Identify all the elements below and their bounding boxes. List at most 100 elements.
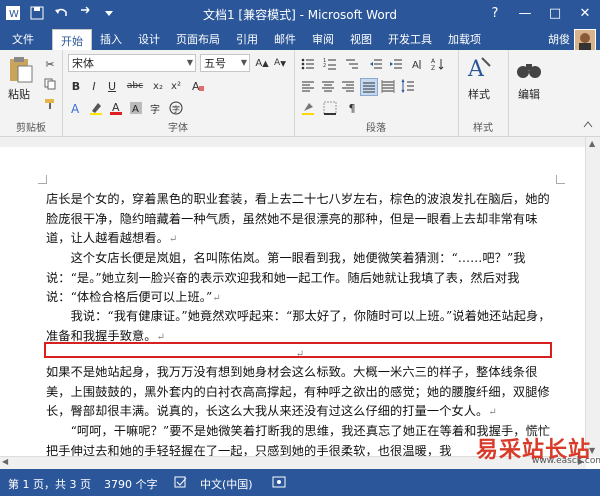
- distributed-icon[interactable]: [380, 78, 396, 94]
- increase-indent-icon[interactable]: [388, 56, 404, 72]
- ribbon: 粘贴 ✂ 剪贴板 宋体 ▼ 五号 ▼ A ▲ A ▼ B I U abc x₂ x²…: [0, 50, 600, 137]
- editing-button[interactable]: 编辑: [514, 54, 544, 102]
- minimize-button[interactable]: —: [510, 0, 540, 26]
- proofing-icon[interactable]: [174, 476, 188, 491]
- doc-paragraph[interactable]: 我说：“我有健康证。”她竟然欢呼起来：“那太好了，你随时可以上班。”说着她还站起…: [46, 307, 554, 347]
- char-shading-icon[interactable]: A: [128, 100, 144, 116]
- paste-icon: [10, 57, 33, 83]
- justify-icon[interactable]: [360, 78, 378, 96]
- font-name-value: 宋体: [72, 57, 94, 70]
- paragraph-text: 店长是个女的，穿着黑色的职业套装，看上去二十七八岁左右，棕色的波浪发扎在脑后，她…: [46, 192, 550, 245]
- help-button[interactable]: ?: [480, 0, 510, 26]
- multilevel-list-icon[interactable]: [344, 56, 360, 72]
- paragraph-text: 如果不是她站起身，我万万没有想到她身材会这么标致。大概一米六三的样子，整体线条很…: [46, 365, 550, 418]
- font-group: 宋体 ▼ 五号 ▼ A ▲ A ▼ B I U abc x₂ x² A A A A …: [62, 50, 295, 136]
- show-marks-icon[interactable]: ¶: [344, 100, 360, 116]
- paragraph-group: 12 A AZ ¶ 段落: [294, 50, 459, 136]
- grow-font-icon[interactable]: A ▲: [254, 55, 270, 71]
- phonetic-guide-icon[interactable]: 字: [148, 100, 164, 116]
- text-effects-icon[interactable]: A: [68, 100, 84, 116]
- paragraph-group-label: 段落: [366, 123, 386, 134]
- clear-format-icon[interactable]: A: [190, 78, 206, 94]
- language[interactable]: 中文(中国): [200, 476, 253, 492]
- font-group-label: 字体: [168, 123, 188, 134]
- window-controls: ? — □ ✕: [480, 0, 600, 26]
- tab-design[interactable]: 设计: [130, 28, 168, 50]
- macro-record-icon[interactable]: [272, 476, 286, 491]
- paragraph-mark-icon: ↵: [156, 331, 166, 343]
- strikethrough-button[interactable]: abc: [124, 78, 146, 94]
- align-left-icon[interactable]: [300, 78, 316, 94]
- paragraph-mark-icon: ↵: [168, 234, 178, 245]
- scroll-up-icon[interactable]: ▲: [589, 139, 595, 148]
- margin-marker: [38, 175, 47, 184]
- styles-label: 样式: [468, 88, 490, 101]
- superscript-button[interactable]: x²: [168, 78, 184, 94]
- shrink-font-icon[interactable]: A ▼: [272, 55, 288, 71]
- font-color-icon[interactable]: A: [108, 100, 124, 116]
- shading-icon[interactable]: [300, 100, 316, 116]
- svg-text:A: A: [431, 58, 436, 65]
- sort-icon[interactable]: AZ: [430, 56, 446, 72]
- avatar[interactable]: [574, 29, 596, 51]
- highlight-icon[interactable]: [88, 100, 104, 116]
- doc-paragraph[interactable]: 如果不是她站起身，我万万没有想到她身材会这么标致。大概一米六三的样子，整体线条很…: [46, 363, 554, 423]
- tab-references[interactable]: 引用: [228, 28, 266, 50]
- status-bar: 第 1 页，共 3 页 3790 个字 中文(中国): [0, 469, 600, 496]
- subscript-button[interactable]: x₂: [150, 78, 166, 94]
- enclose-char-icon[interactable]: 字: [168, 100, 184, 116]
- bullets-icon[interactable]: [300, 56, 316, 72]
- tab-home[interactable]: 开始: [52, 29, 92, 51]
- scroll-left-icon[interactable]: ◀: [2, 457, 8, 466]
- copy-icon[interactable]: [42, 76, 58, 92]
- paragraph-mark-icon: ↵: [212, 293, 221, 304]
- format-painter-icon[interactable]: [42, 96, 58, 112]
- styles-group: A 样式 样式: [458, 50, 509, 136]
- tab-mailings[interactable]: 邮件: [266, 28, 304, 50]
- numbering-icon[interactable]: 12: [322, 56, 338, 72]
- ribbon-tabs: 开始 插入 设计 页面布局 引用 邮件 审阅 视图 开发工具 加载项: [52, 28, 489, 51]
- chinese-layout-icon[interactable]: A: [410, 56, 426, 72]
- tab-insert[interactable]: 插入: [92, 28, 130, 50]
- page-count[interactable]: 第 1 页，共 3 页: [8, 476, 91, 492]
- cut-icon[interactable]: ✂: [42, 56, 58, 72]
- watermark-url: www.easck.com: [532, 456, 600, 466]
- word-count[interactable]: 3790 个字: [104, 476, 158, 492]
- editing-group: 编辑: [508, 50, 554, 136]
- ribbon-tab-bar: 文件 开始 插入 设计 页面布局 引用 邮件 审阅 视图 开发工具 加载项 胡俊: [0, 28, 600, 51]
- bold-button[interactable]: B: [68, 78, 84, 94]
- doc-paragraph[interactable]: 店长是个女的，穿着黑色的职业套装，看上去二十七八岁左右，棕色的波浪发扎在脑后，她…: [46, 190, 554, 250]
- paragraph-text: “呵呵，干嘛呢？”要不是她微笑着打断我的思维，我还真忘了她正在等着和我握手，慌忙…: [46, 424, 551, 456]
- styles-button[interactable]: A 样式: [464, 54, 494, 102]
- maximize-button[interactable]: □: [540, 0, 570, 26]
- chevron-down-icon: ▼: [186, 58, 193, 67]
- doc-paragraph[interactable]: 这个女店长便是岚姐，名叫陈佑岚。第一眼看到我，她便微笑着猜测：“……吧？”我说：…: [46, 249, 554, 309]
- user-name[interactable]: 胡俊: [548, 31, 570, 47]
- font-size-combo[interactable]: 五号 ▼: [200, 54, 250, 72]
- paste-button[interactable]: 粘贴: [4, 54, 34, 102]
- ruler: [0, 137, 600, 147]
- italic-button[interactable]: I: [86, 78, 102, 94]
- svg-text:A: A: [71, 102, 80, 115]
- svg-text:2: 2: [323, 63, 326, 69]
- align-right-icon[interactable]: [340, 78, 356, 94]
- chevron-down-icon: ▼: [240, 58, 247, 67]
- borders-icon[interactable]: [322, 100, 338, 116]
- close-button[interactable]: ✕: [570, 0, 600, 26]
- paragraph-text: 我说：“我有健康证。”她竟然欢呼起来：“那太好了，你随时可以上班。”说着她还站起…: [46, 309, 551, 343]
- tab-file[interactable]: 文件: [0, 28, 46, 50]
- tab-review[interactable]: 审阅: [304, 28, 342, 50]
- decrease-indent-icon[interactable]: [368, 56, 384, 72]
- line-spacing-icon[interactable]: [400, 78, 416, 94]
- align-center-icon[interactable]: [320, 78, 336, 94]
- tab-addins[interactable]: 加载项: [440, 28, 489, 50]
- tab-view[interactable]: 视图: [342, 28, 380, 50]
- underline-button[interactable]: U: [104, 78, 120, 94]
- vertical-scrollbar[interactable]: ▲ ▼: [585, 137, 600, 457]
- collapse-ribbon-icon[interactable]: [580, 116, 596, 132]
- svg-text:字: 字: [150, 103, 160, 115]
- font-name-combo[interactable]: 宋体 ▼: [68, 54, 196, 72]
- tab-developer[interactable]: 开发工具: [380, 28, 440, 50]
- highlight-box: [44, 342, 552, 358]
- tab-layout[interactable]: 页面布局: [168, 28, 228, 50]
